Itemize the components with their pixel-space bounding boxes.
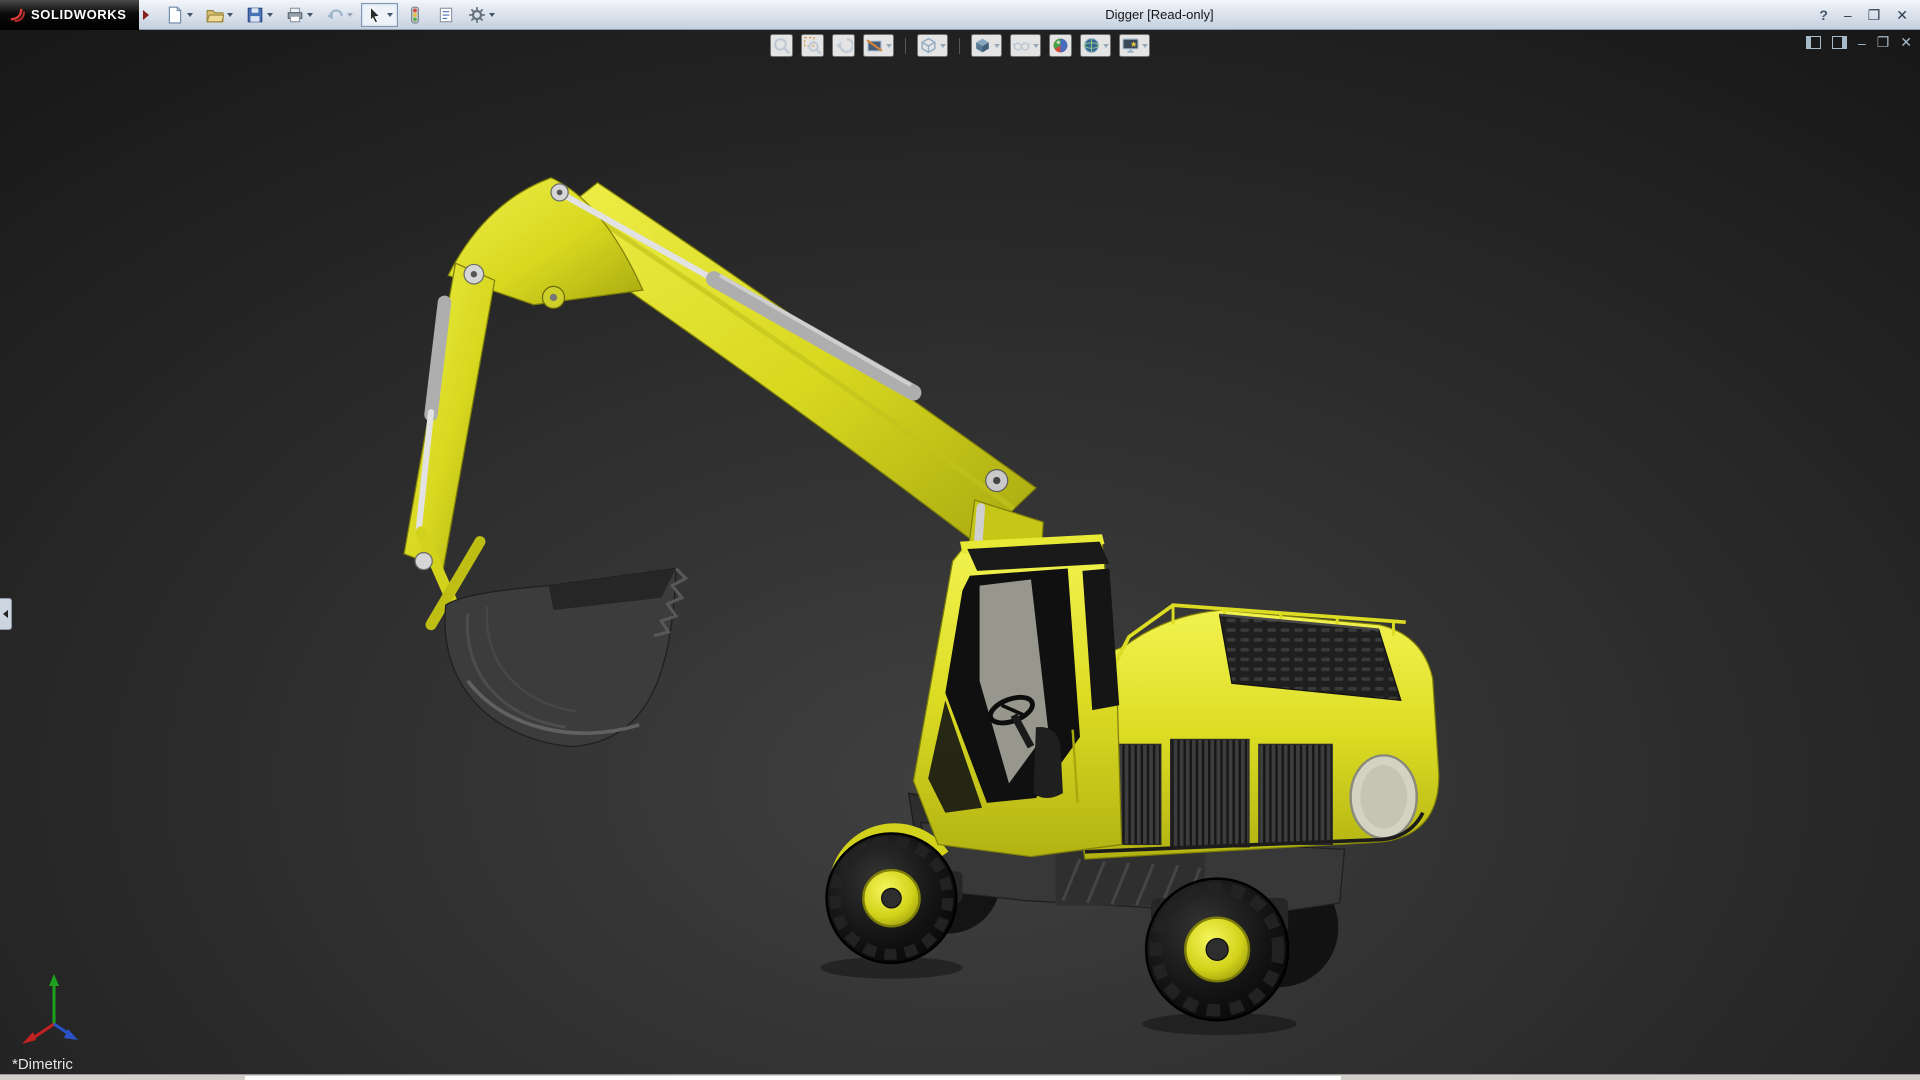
chevron-down-icon <box>489 13 495 17</box>
chevron-down-icon <box>227 13 233 17</box>
cab[interactable] <box>913 534 1121 856</box>
section-view-button[interactable] <box>863 34 894 57</box>
standard-toolbar <box>149 3 500 27</box>
zoom-to-fit-button[interactable] <box>770 34 793 57</box>
restore-button[interactable]: ❐ <box>1868 0 1881 30</box>
save-icon <box>246 6 264 24</box>
solidworks-logo[interactable]: SOLIDWORKS <box>0 0 139 30</box>
new-document-icon <box>166 6 184 24</box>
engine-body[interactable] <box>1070 605 1439 859</box>
toolbar-separator <box>905 38 906 54</box>
rebuild-traffic-light-icon <box>406 6 424 24</box>
rebuild-button[interactable] <box>401 3 429 27</box>
hide-show-items-button[interactable] <box>1010 34 1041 57</box>
view-orientation-icon <box>919 36 938 55</box>
bucket[interactable] <box>445 568 686 746</box>
chevron-down-icon <box>994 44 1000 48</box>
statusbar-message-area <box>245 1076 1341 1080</box>
titlebar: SOLIDWORKS <box>0 0 1920 30</box>
chevron-down-icon <box>307 13 313 17</box>
chevron-down-icon <box>387 13 393 17</box>
save-button[interactable] <box>241 3 278 27</box>
chevron-down-icon <box>347 13 353 17</box>
file-properties-icon <box>437 6 455 24</box>
split-pane-right-icon[interactable] <box>1832 36 1847 49</box>
chevron-down-icon <box>267 13 273 17</box>
display-style-icon <box>973 36 992 55</box>
graphics-viewport[interactable]: – ❐ ✕ *Dimetric <box>0 30 1920 1074</box>
previous-view-icon <box>834 36 853 55</box>
chevron-down-icon <box>1033 44 1039 48</box>
front-wheel[interactable] <box>820 833 962 978</box>
featuremanager-collapsed-tab[interactable] <box>0 598 12 630</box>
solidworks-logo-icon <box>8 6 25 23</box>
open-folder-icon <box>206 6 224 24</box>
view-orientation-button[interactable] <box>917 34 948 57</box>
zoom-to-area-icon <box>803 36 822 55</box>
chevron-down-icon <box>940 44 946 48</box>
document-restore-button[interactable]: ❐ <box>1877 34 1890 51</box>
print-icon <box>286 6 304 24</box>
document-minimize-button[interactable]: – <box>1858 35 1866 51</box>
chevron-left-icon <box>3 610 8 618</box>
undo-button[interactable] <box>321 3 358 27</box>
open-button[interactable] <box>201 3 238 27</box>
brand-text: SOLIDWORKS <box>31 7 127 22</box>
split-pane-left-icon[interactable] <box>1806 36 1821 49</box>
zoom-to-fit-icon <box>772 36 791 55</box>
new-document-button[interactable] <box>161 3 198 27</box>
window-title: Digger [Read-only] <box>500 7 1820 22</box>
section-view-icon <box>865 36 884 55</box>
chevron-down-icon <box>1142 44 1148 48</box>
zoom-to-area-button[interactable] <box>801 34 824 57</box>
display-style-button[interactable] <box>971 34 1002 57</box>
document-close-button[interactable]: ✕ <box>1900 34 1912 51</box>
options-button[interactable] <box>463 3 500 27</box>
previous-view-button[interactable] <box>832 34 855 57</box>
print-button[interactable] <box>281 3 318 27</box>
digger-3d-model[interactable] <box>0 30 1920 1074</box>
document-window-controls: – ❐ ✕ <box>1806 34 1912 51</box>
chevron-down-icon <box>187 13 193 17</box>
undo-icon <box>326 6 344 24</box>
select-button[interactable] <box>361 3 398 27</box>
options-gear-icon <box>468 6 486 24</box>
orientation-triad <box>16 966 96 1052</box>
file-properties-button[interactable] <box>432 3 460 27</box>
view-settings-button[interactable] <box>1119 34 1150 57</box>
minimize-button[interactable]: – <box>1844 0 1852 30</box>
hide-show-items-icon <box>1012 36 1031 55</box>
edit-appearance-icon <box>1051 36 1070 55</box>
edit-appearance-button[interactable] <box>1049 34 1072 57</box>
apply-scene-button[interactable] <box>1080 34 1111 57</box>
chevron-down-icon <box>886 44 892 48</box>
statusbar <box>0 1074 1920 1080</box>
window-controls: ? – ❐ ✕ <box>1819 0 1920 30</box>
apply-scene-icon <box>1082 36 1101 55</box>
help-button[interactable]: ? <box>1819 0 1828 30</box>
close-button[interactable]: ✕ <box>1896 0 1908 30</box>
select-cursor-icon <box>366 6 384 24</box>
toolbar-separator <box>959 38 960 54</box>
headsup-view-toolbar <box>770 34 1150 57</box>
chevron-down-icon <box>1103 44 1109 48</box>
boom-assembly[interactable] <box>404 178 1036 638</box>
solidworks-window: SOLIDWORKS <box>0 0 1920 1080</box>
view-settings-icon <box>1121 36 1140 55</box>
view-orientation-label: *Dimetric <box>12 1056 73 1073</box>
